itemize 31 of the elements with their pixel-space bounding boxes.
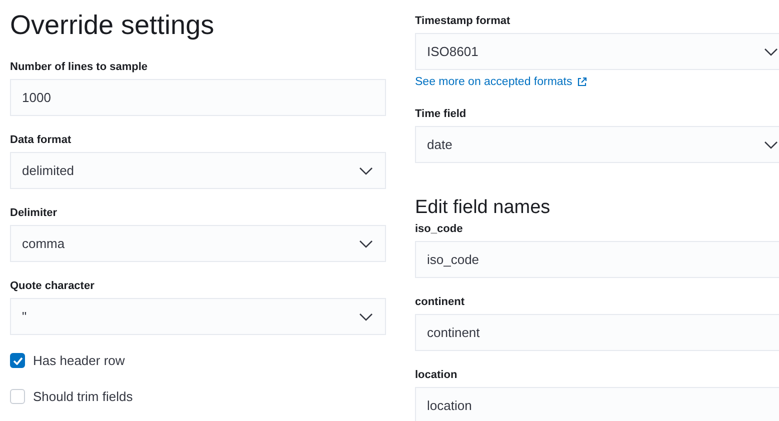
field-label: Timestamp format — [415, 15, 510, 27]
field-label: continent — [415, 296, 464, 308]
input-field[interactable]: continent — [415, 314, 779, 351]
field-label: Number of lines to sample — [10, 61, 148, 73]
input-field[interactable]: iso_code — [415, 241, 779, 278]
checkbox-label: Has header row — [33, 353, 125, 368]
chevron-down-icon — [764, 140, 778, 148]
select-field[interactable]: date — [415, 126, 779, 163]
field-label: iso_code — [415, 223, 463, 235]
chevron-down-icon — [359, 240, 373, 248]
check-icon — [12, 356, 22, 364]
checkbox[interactable] — [10, 353, 25, 368]
field-label: Time field — [415, 108, 466, 120]
accepted-formats-link[interactable]: See more on accepted formats — [415, 76, 588, 88]
select-field[interactable]: comma — [10, 225, 386, 262]
select-field[interactable]: delimited — [10, 152, 386, 189]
select-field[interactable]: ISO8601 — [415, 33, 779, 70]
input-field[interactable]: location — [415, 387, 779, 421]
field-label: Data format — [10, 134, 72, 146]
input-field[interactable]: 1000 — [10, 79, 386, 116]
select-field[interactable]: " — [10, 298, 386, 335]
chevron-down-icon — [764, 48, 778, 56]
external-link-icon — [577, 77, 588, 87]
field-label: Quote character — [10, 280, 94, 292]
checkbox-label: Should trim fields — [33, 389, 133, 404]
field-label: location — [415, 369, 458, 381]
field-label: Delimiter — [10, 207, 58, 219]
chevron-down-icon — [359, 166, 373, 174]
page-title: Override settings — [10, 10, 214, 41]
section-heading: Edit field names — [415, 197, 550, 219]
chevron-down-icon — [359, 312, 373, 320]
